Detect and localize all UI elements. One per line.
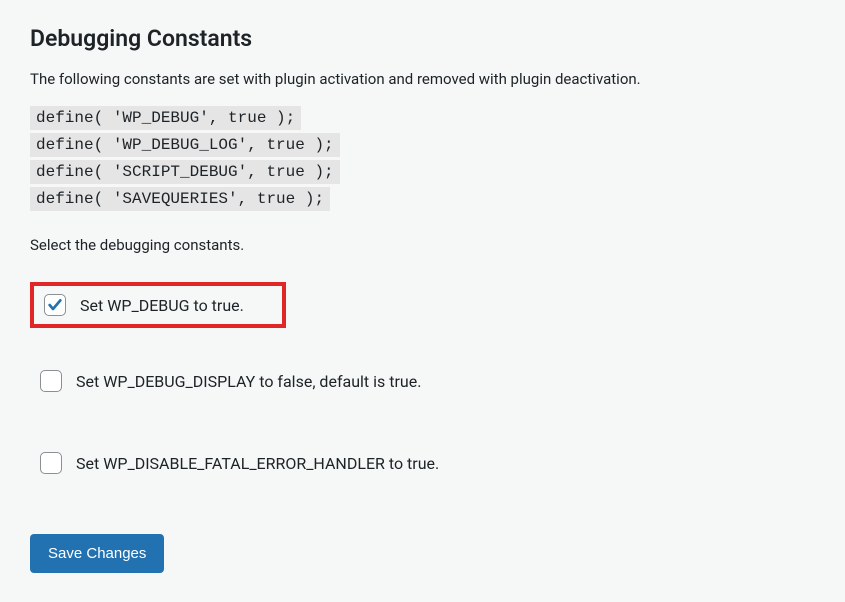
option-label: Set WP_DEBUG_DISPLAY to false, default i… (76, 372, 421, 391)
intro-text: The following constants are set with plu… (30, 70, 815, 88)
code-line: define( 'WP_DEBUG_LOG', true ); (30, 133, 340, 157)
code-line: define( 'SCRIPT_DEBUG', true ); (30, 160, 340, 184)
option-wp-debug-display[interactable]: Set WP_DEBUG_DISPLAY to false, default i… (30, 362, 815, 400)
page-heading: Debugging Constants (30, 25, 815, 52)
code-block: define( 'WP_DEBUG', true ); define( 'WP_… (30, 106, 815, 214)
option-wp-disable-fatal-error-handler[interactable]: Set WP_DISABLE_FATAL_ERROR_HANDLER to tr… (30, 444, 815, 482)
option-wp-debug[interactable]: Set WP_DEBUG to true. (30, 282, 286, 328)
check-icon (47, 297, 63, 313)
code-line: define( 'WP_DEBUG', true ); (30, 106, 301, 130)
checkbox-wp-disable-fatal-error-handler[interactable] (40, 452, 62, 474)
select-prompt: Select the debugging constants. (30, 236, 815, 254)
checkbox-wp-debug[interactable] (44, 294, 66, 316)
option-label: Set WP_DISABLE_FATAL_ERROR_HANDLER to tr… (76, 454, 439, 473)
code-line: define( 'SAVEQUERIES', true ); (30, 187, 330, 211)
option-label: Set WP_DEBUG to true. (80, 296, 244, 315)
save-changes-button[interactable]: Save Changes (30, 534, 164, 573)
checkbox-wp-debug-display[interactable] (40, 370, 62, 392)
